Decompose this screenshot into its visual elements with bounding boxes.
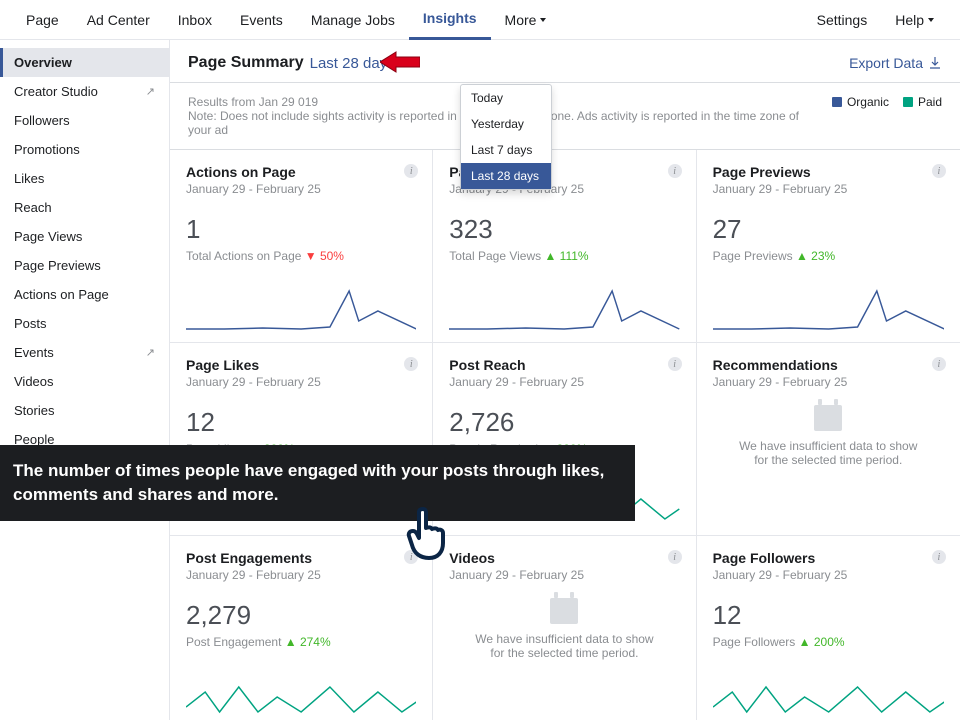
sparkline xyxy=(713,657,944,717)
card-date: January 29 - February 25 xyxy=(186,375,416,389)
card-metric: Total Page Views ▲ 111% xyxy=(449,249,679,263)
insights-card[interactable]: iPage Previews January 29 - February 25 27… xyxy=(697,150,960,343)
main: OverviewCreator Studio↗FollowersPromotio… xyxy=(0,40,960,720)
external-icon: ↗ xyxy=(146,346,155,359)
page-summary-header: Page Summary Last 28 days ▲▼ Export Data xyxy=(170,40,960,83)
card-value: 2,726 xyxy=(449,407,679,438)
range-dropdown-menu: TodayYesterdayLast 7 daysLast 28 days xyxy=(460,84,552,190)
caret-icon xyxy=(540,18,546,22)
card-date: January 29 - February 25 xyxy=(713,375,944,389)
sidebar-item[interactable]: Followers xyxy=(0,106,169,135)
legend-swatch xyxy=(903,97,913,107)
calendar-icon xyxy=(814,405,842,431)
sparkline xyxy=(449,271,679,331)
sparkline xyxy=(186,271,416,331)
card-value: 12 xyxy=(186,407,416,438)
card-title: Page Previews xyxy=(713,164,944,180)
topnav-right-item[interactable]: Settings xyxy=(803,0,882,40)
info-icon[interactable]: i xyxy=(668,357,682,371)
no-data-message: We have insufficient data to show for th… xyxy=(449,632,679,660)
dropdown-option[interactable]: Last 28 days xyxy=(461,163,551,189)
card-title: Page Likes xyxy=(186,357,416,373)
sidebar-item[interactable]: Stories xyxy=(0,396,169,425)
pointer-cursor-icon xyxy=(405,505,449,564)
external-icon: ↗ xyxy=(146,85,155,98)
insights-card[interactable]: iVideos January 29 - February 25 We have i… xyxy=(433,536,696,720)
sidebar-item[interactable]: Creator Studio↗ xyxy=(0,77,169,106)
note-row: Results from Jan 29 019 Note: Does not i… xyxy=(170,83,960,150)
top-nav: PageAd CenterInboxEventsManage JobsInsig… xyxy=(0,0,960,40)
sidebar: OverviewCreator Studio↗FollowersPromotio… xyxy=(0,40,170,720)
card-metric: Page Previews ▲ 23% xyxy=(713,249,944,263)
dropdown-option[interactable]: Yesterday xyxy=(461,111,551,137)
card-date: January 29 - February 25 xyxy=(186,568,416,582)
card-title: Videos xyxy=(449,550,679,566)
export-label: Export Data xyxy=(849,55,923,71)
sidebar-item[interactable]: Reach xyxy=(0,193,169,222)
topnav-item[interactable]: Insights xyxy=(409,0,491,40)
sidebar-item[interactable]: Posts xyxy=(0,309,169,338)
insights-card[interactable]: iPage Followers January 29 - February 25 1… xyxy=(697,536,960,720)
info-icon[interactable]: i xyxy=(932,550,946,564)
legend-swatch xyxy=(832,97,842,107)
insights-card[interactable]: iPost EngagementsJanuary 29 - February 2… xyxy=(170,536,433,720)
legend-item: Organic xyxy=(832,95,889,109)
info-icon[interactable]: i xyxy=(668,164,682,178)
card-title: Page Followers xyxy=(713,550,944,566)
insights-card[interactable]: iActions on PageJanuary 29 - February 25… xyxy=(170,150,433,343)
sidebar-item[interactable]: Page Previews xyxy=(0,251,169,280)
export-data-button[interactable]: Export Data xyxy=(849,55,942,71)
sidebar-item[interactable]: Page Views xyxy=(0,222,169,251)
topnav-item[interactable]: Manage Jobs xyxy=(297,0,409,40)
no-data-message: We have insufficient data to show for th… xyxy=(713,439,944,467)
caret-icon xyxy=(928,18,934,22)
cards-grid: i Actions on Page January 29 - February 25… xyxy=(170,150,960,720)
content: Page Summary Last 28 days ▲▼ Export Data… xyxy=(170,40,960,720)
card-date: January 29 - February 25 xyxy=(449,375,679,389)
card-date: January 29 - February 25 xyxy=(713,182,944,196)
sidebar-item[interactable]: Overview xyxy=(0,48,169,77)
card-value: 2,279 xyxy=(186,600,416,631)
info-icon[interactable]: i xyxy=(668,550,682,564)
annotation-arrow-dropdown xyxy=(380,50,420,74)
card-title: Post Engagements xyxy=(186,550,416,566)
download-icon xyxy=(928,56,942,70)
calendar-icon xyxy=(550,598,578,624)
card-title: Recommendations xyxy=(713,357,944,373)
sidebar-item[interactable]: Promotions xyxy=(0,135,169,164)
page-summary-title: Page Summary xyxy=(188,54,304,72)
topnav-item[interactable]: More xyxy=(491,0,561,40)
topnav-item[interactable]: Inbox xyxy=(164,0,226,40)
card-value: 12 xyxy=(713,600,944,631)
card-title: Actions on Page xyxy=(186,164,416,180)
card-date: January 29 - February 25 xyxy=(713,568,944,582)
card-title: Post Reach xyxy=(449,357,679,373)
dropdown-option[interactable]: Last 7 days xyxy=(461,137,551,163)
legend-item: Paid xyxy=(903,95,942,109)
dropdown-option[interactable]: Today xyxy=(461,85,551,111)
info-icon[interactable]: i xyxy=(932,164,946,178)
sidebar-item[interactable]: Videos xyxy=(0,367,169,396)
topnav-item[interactable]: Events xyxy=(226,0,297,40)
topnav-item[interactable]: Ad Center xyxy=(73,0,164,40)
card-metric: Total Actions on Page ▼ 50% xyxy=(186,249,416,263)
insights-card[interactable]: iRecommendations January 29 - February 25… xyxy=(697,343,960,536)
info-icon[interactable]: i xyxy=(932,357,946,371)
legend: Organic Paid xyxy=(832,95,942,109)
card-value: 27 xyxy=(713,214,944,245)
sidebar-item[interactable]: Likes xyxy=(0,164,169,193)
sparkline xyxy=(186,657,416,717)
topnav-right-item[interactable]: Help xyxy=(881,0,948,40)
sidebar-item[interactable]: Actions on Page xyxy=(0,280,169,309)
sidebar-item[interactable]: Events↗ xyxy=(0,338,169,367)
card-date: January 29 - February 25 xyxy=(186,182,416,196)
card-metric: Post Engagement ▲ 274% xyxy=(186,635,416,649)
topnav-item[interactable]: Page xyxy=(12,0,73,40)
card-metric: Page Followers ▲ 200% xyxy=(713,635,944,649)
card-date: January 29 - February 25 xyxy=(449,568,679,582)
tooltip-post-engagements: The number of times people have engaged … xyxy=(0,445,635,521)
card-value: 323 xyxy=(449,214,679,245)
card-value: 1 xyxy=(186,214,416,245)
sparkline xyxy=(713,271,944,331)
